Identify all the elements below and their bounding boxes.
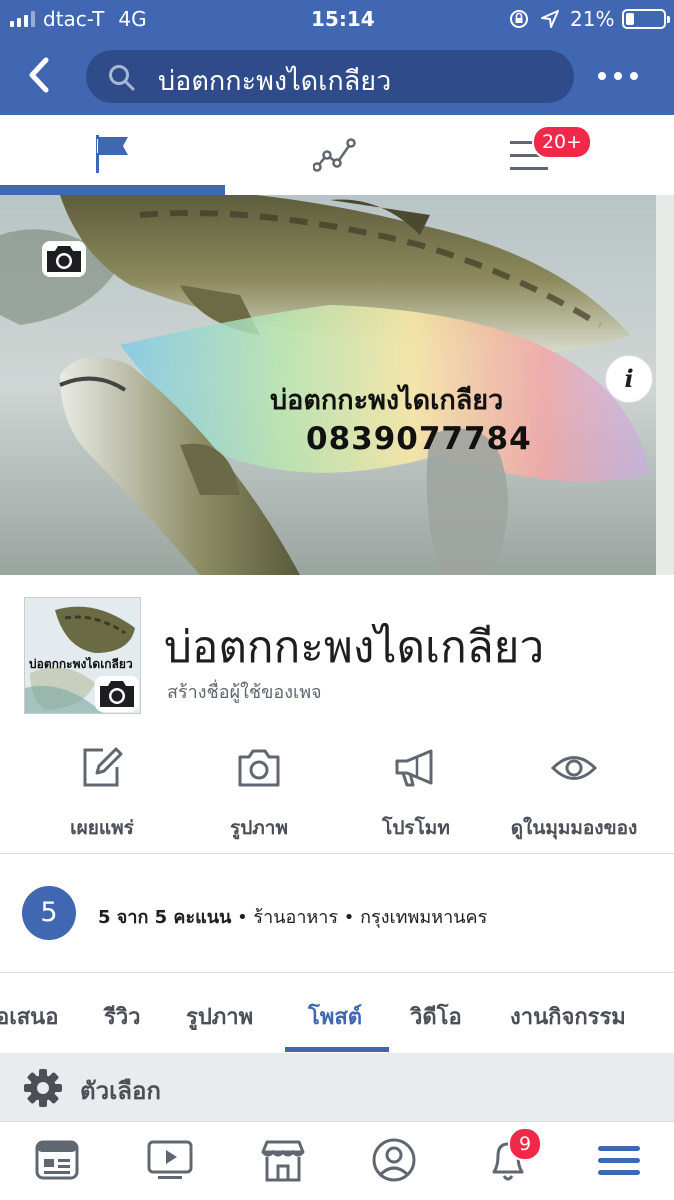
tab-posts[interactable]: โพสต์ [308, 999, 362, 1034]
tab-videos[interactable]: วิดีโอ [410, 999, 462, 1034]
create-username-link[interactable]: สร้างชื่อผู้ใช้ของเพจ [167, 677, 322, 706]
cover-phone-text: 0839077784 [306, 421, 532, 457]
eye-icon [551, 756, 597, 780]
promote-label: โปรโมท [382, 817, 450, 839]
signal-icon [10, 11, 35, 27]
carrier-name: dtac-T [43, 7, 105, 31]
search-icon [109, 65, 135, 91]
battery-icon [622, 9, 671, 29]
options-label: ตัวเลือก [80, 1077, 161, 1105]
page-tabs: 20+ [0, 115, 674, 195]
view-as-button[interactable]: ดูในมุมมองของ [490, 745, 658, 845]
tab-events[interactable]: งานกิจกรรม [510, 999, 626, 1034]
marketplace-icon [261, 1140, 305, 1182]
meta-separator: • [343, 907, 355, 928]
profile-picture-text: บ่อตกกะพงไดเกลียว [29, 657, 133, 671]
profile-picture[interactable]: บ่อตกกะพงไดเกลียว [24, 597, 141, 714]
menu-icon [598, 1146, 640, 1175]
view-as-label: ดูในมุมมองของ [510, 817, 638, 839]
gear-icon [24, 1069, 62, 1107]
notifications-badge: 20+ [532, 125, 592, 159]
nav-news-feed[interactable] [33, 1136, 81, 1184]
options-button[interactable]: ตัวเลือก [0, 1053, 674, 1121]
watch-icon [147, 1140, 193, 1179]
search-input[interactable]: บ่อตกกะพงไดเกลียว [86, 50, 574, 103]
section-tabs: อเสนอ รีวิว รูปภาพ โพสต์ วิดีโอ งานกิจกร… [0, 975, 674, 1053]
back-button[interactable] [22, 52, 62, 98]
divider [0, 853, 674, 854]
tab-offers[interactable]: อเสนอ [0, 999, 58, 1034]
nav-watch[interactable] [146, 1136, 194, 1184]
cover-photo[interactable]: บ่อตกกะพงไดเกลียว 0839077784 [0, 195, 674, 575]
page-name: บ่อตกกะพงไดเกลียว [164, 622, 545, 673]
edit-icon [83, 747, 123, 787]
location-link[interactable]: กรุงเทพมหานคร [360, 907, 487, 928]
status-time: 15:14 [311, 7, 375, 31]
rating-badge: 5 [22, 886, 76, 940]
status-left: dtac-T 4G [10, 6, 147, 32]
news-feed-icon [35, 1140, 79, 1180]
photos-button[interactable]: รูปภาพ [175, 745, 343, 845]
network-type: 4G [118, 7, 147, 31]
publish-label: เผยแพร่ [70, 817, 134, 839]
notifications-count-badge: 9 [508, 1127, 542, 1161]
cover-title-text: บ่อตกกะพงไดเกลียว [270, 385, 504, 416]
page-meta: 5 จาก 5 คะแนน • ร้านอาหาร • กรุงเทพมหานค… [98, 902, 487, 931]
promote-button[interactable]: โปรโมท [332, 745, 500, 845]
status-right: 21% [508, 6, 671, 32]
bottom-nav: 9 [0, 1121, 674, 1200]
category-link[interactable]: ร้านอาหาร [253, 907, 338, 928]
tab-insights[interactable] [225, 115, 450, 195]
tab-page[interactable] [0, 115, 225, 195]
camera-icon [100, 681, 134, 707]
battery-percent: 21% [570, 7, 615, 31]
camera-icon [238, 749, 280, 787]
nav-profile[interactable] [370, 1136, 418, 1184]
edit-profile-picture-button[interactable] [95, 676, 139, 712]
publish-button[interactable]: เผยแพร่ [18, 745, 186, 845]
info-button[interactable]: i [605, 355, 653, 403]
profile-icon [372, 1138, 416, 1182]
flag-icon [96, 135, 128, 173]
search-text: บ่อตกกะพงไดเกลียว [158, 66, 392, 97]
photos-label: รูปภาพ [230, 817, 288, 839]
rating-text: 5 จาก 5 คะแนน [98, 907, 232, 928]
edit-cover-button[interactable] [42, 241, 86, 277]
top-bar: dtac-T 4G 15:14 21% บ่อตกกะพงไดเกลียว [0, 0, 674, 115]
nav-menu[interactable] [595, 1136, 643, 1184]
megaphone-icon [395, 749, 433, 787]
insights-icon [313, 138, 356, 172]
camera-icon [47, 246, 81, 272]
rotation-lock-icon [510, 10, 528, 28]
tab-menu[interactable]: 20+ [450, 115, 674, 195]
more-button[interactable] [598, 64, 638, 88]
location-icon [541, 10, 559, 28]
nav-marketplace[interactable] [259, 1136, 307, 1184]
tab-reviews[interactable]: รีวิว [104, 999, 141, 1034]
meta-separator: • [237, 907, 248, 928]
active-tab-indicator [285, 1047, 389, 1052]
divider [0, 972, 674, 973]
tab-photos[interactable]: รูปภาพ [186, 999, 253, 1034]
